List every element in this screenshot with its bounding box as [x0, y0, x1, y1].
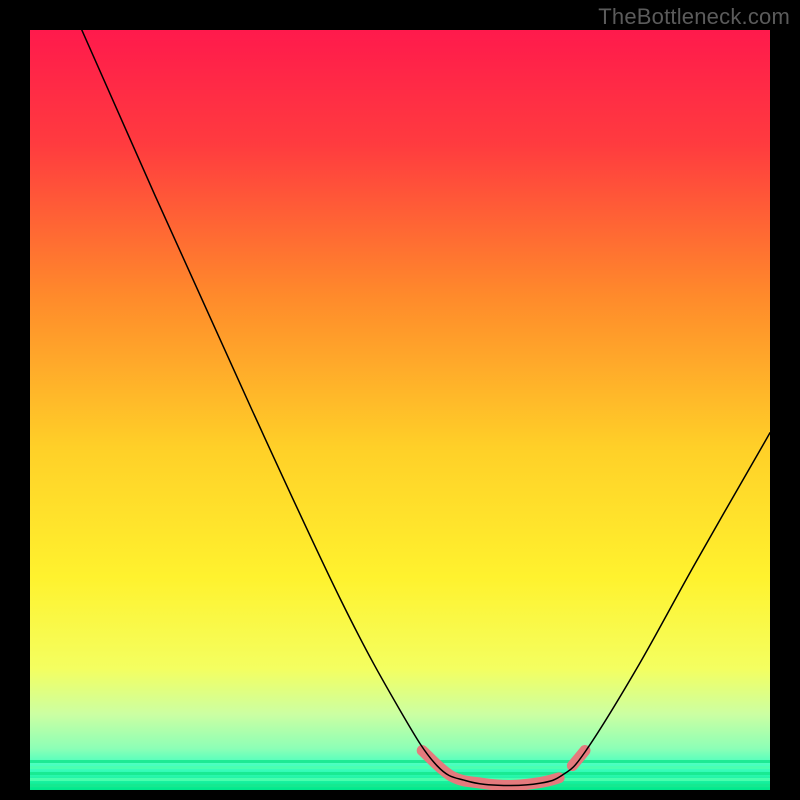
chart-background [30, 30, 770, 790]
baseline-stripe [30, 760, 770, 763]
baseline-stripe [30, 778, 770, 781]
baseline-stripe [30, 784, 770, 787]
chart-frame: TheBottleneck.com [0, 0, 800, 800]
baseline-stripe [30, 772, 770, 775]
bottleneck-chart [30, 30, 770, 790]
watermark-text: TheBottleneck.com [598, 4, 790, 30]
baseline-stripe [30, 766, 770, 769]
